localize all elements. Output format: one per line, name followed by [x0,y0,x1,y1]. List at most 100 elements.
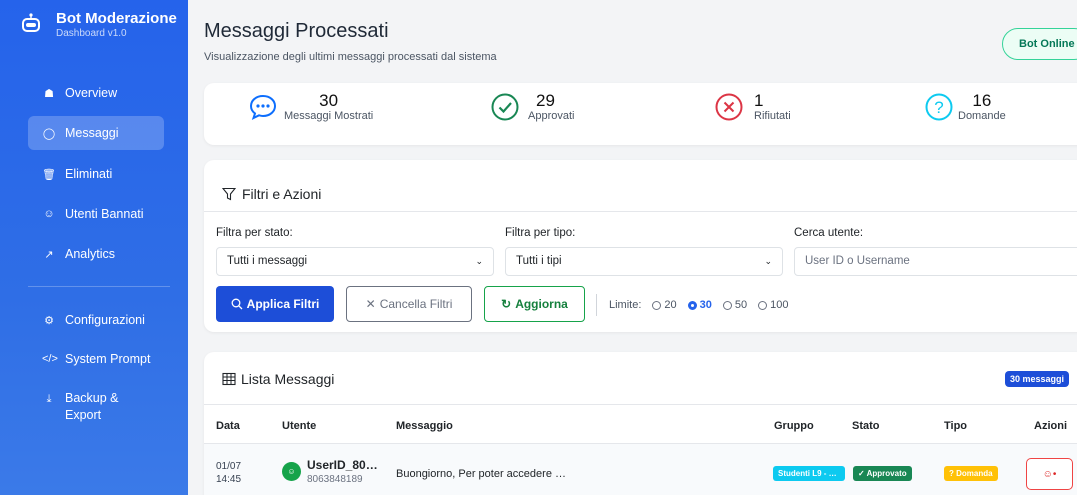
code-icon: </> [42,353,58,365]
message-date: 01/07 [216,461,242,472]
user-id: 8063848189 [307,474,363,485]
type-filter-label: Filtra per tipo: [505,227,576,239]
group-badge: Studenti L9 - … [773,466,845,481]
column-header-user: Utente [282,420,317,432]
sidebar-item-analytics[interactable]: ↗ Analytics [28,237,164,271]
stat-label: Approvati [528,110,575,122]
limit-radio-100[interactable] [758,300,768,310]
sidebar-item-messaggi[interactable]: ◯ Messaggi [28,116,164,150]
column-header-group: Gruppo [774,420,814,432]
sidebar-item-label: Eliminati [65,167,113,181]
status-filter-value: Tutti i messaggi [227,255,308,267]
stat-messages-shown: 30 Messaggi Mostrati [248,91,373,122]
sidebar-divider [28,286,170,287]
column-header-type: Tipo [944,420,968,432]
type-badge: ? Domanda [944,466,998,481]
refresh-button[interactable]: ↻ Aggiorna [484,286,585,322]
limit-radio-30[interactable] [687,300,697,310]
sidebar-item-backup-export[interactable]: ⤓ Backup & Export [28,389,164,429]
limit-option-label: 50 [734,299,748,311]
user-x-icon: ☺• [1042,468,1057,480]
limit-radio-50[interactable] [722,300,732,310]
status-filter-select[interactable]: Tutti i messaggi ⌄ [216,247,494,276]
sidebar-item-label: Analytics [65,247,116,261]
brand-subtitle: Dashboard v1.0 [56,28,127,39]
chart-line-icon: ↗ [44,248,54,261]
status-filter-label: Filtra per stato: [216,227,293,239]
sidebar-item-configurazioni[interactable]: ⚙ Configurazioni [28,303,164,337]
message-datetime: 01/07 14:45 [216,460,241,486]
stat-value: 16 [972,91,992,110]
chat-dots-icon [249,94,277,120]
list-title: Lista Messaggi [241,371,335,387]
x-circle-icon [715,93,743,120]
gear-icon: ⚙ [44,314,54,327]
column-header-status: Stato [852,420,880,432]
sidebar-item-label: Messaggi [65,126,119,140]
limit-option-label: 30 [699,299,712,311]
limit-group: Limite: 20 30 50 100 [609,299,789,311]
refresh-label: Aggiorna [515,297,568,311]
stat-questions: ? 16 Domande [924,91,1006,122]
user-name: UserID_80… [307,458,378,472]
close-icon: ✕ [365,297,376,311]
stats-card: 30 Messaggi Mostrati 29 Approvati 1 Rifi… [204,83,1077,145]
stat-label: Messaggi Mostrati [284,110,374,122]
table-icon [222,372,236,386]
column-header-message: Messaggio [396,420,453,432]
stat-label: Domande [958,110,1006,122]
question-circle-icon: ? [925,93,953,120]
clear-filters-label: Cancella Filtri [379,297,453,311]
sidebar-item-system-prompt[interactable]: </> System Prompt [28,342,164,376]
search-user-input[interactable]: User ID o Username [794,247,1077,276]
column-header-actions: Azioni [1034,420,1067,432]
limit-radio-20[interactable] [652,300,662,310]
limit-label: Limite: [609,299,642,311]
message-preview[interactable]: Buongiorno, Per poter accedere … [396,468,566,480]
table-row[interactable]: 01/07 14:45 ☺ UserID_80… 8063848189 Buon… [204,444,1077,495]
sidebar: Bot Moderazione Dashboard v1.0 ☗ Overvie… [0,0,188,495]
check-circle-icon [491,93,519,120]
filters-card: Filtri e Azioni Filtra per stato: Tutti … [204,160,1077,332]
sidebar-item-label: Backup & Export [65,391,119,422]
limit-option-label: 100 [770,299,789,311]
filters-header: Filtri e Azioni [204,160,1077,212]
sidebar-item-label: System Prompt [65,352,151,366]
funnel-icon [222,187,236,201]
search-user-label: Cerca utente: [794,227,864,239]
bot-status-badge: Bot Online [1002,28,1077,60]
column-header-date: Data [216,420,240,432]
filters-title: Filtri e Azioni [242,186,322,202]
limit-option-label: 20 [664,299,677,311]
sidebar-item-overview[interactable]: ☗ Overview [28,76,164,110]
search-icon [231,298,243,310]
stat-approved: 29 Approvati [490,91,574,122]
clear-filters-button[interactable]: ✕ Cancella Filtri [346,286,472,322]
avatar: ☺ [282,462,301,481]
stat-value: 30 [319,91,339,110]
brand: Bot Moderazione Dashboard v1.0 [0,0,188,39]
type-filter-select[interactable]: Tutti i tipi ⌄ [505,247,783,276]
status-badge: ✓ Approvato [853,466,912,481]
ban-user-button[interactable]: ☺• [1026,458,1073,490]
sidebar-item-utenti-bannati[interactable]: ☺ Utenti Bannati [28,197,164,231]
chat-icon: ◯ [42,127,56,140]
sidebar-item-label: Overview [65,86,118,100]
search-user-placeholder: User ID o Username [805,255,910,267]
list-header: Lista Messaggi [222,371,334,387]
house-icon: ☗ [44,87,54,100]
message-count-badge: 30 messaggi [1005,371,1070,387]
robot-icon [22,13,40,32]
stat-label: Rifiutati [754,110,791,122]
stat-rejected: 1 Rifiutati [714,91,791,122]
apply-filters-button[interactable]: Applica Filtri [216,286,334,322]
refresh-icon: ↻ [501,297,512,311]
svg-text:?: ? [934,98,943,117]
message-list-card: Lista Messaggi 30 messaggi Data Utente M… [204,352,1077,495]
user-ban-icon: ☺ [43,208,55,220]
sidebar-item-eliminati[interactable]: 🗑 Eliminati [28,157,164,191]
divider [596,294,597,316]
sidebar-item-label: Utenti Bannati [65,207,144,221]
message-time: 14:45 [216,474,242,485]
table-header: Data Utente Messaggio Gruppo Stato Tipo … [204,404,1077,444]
